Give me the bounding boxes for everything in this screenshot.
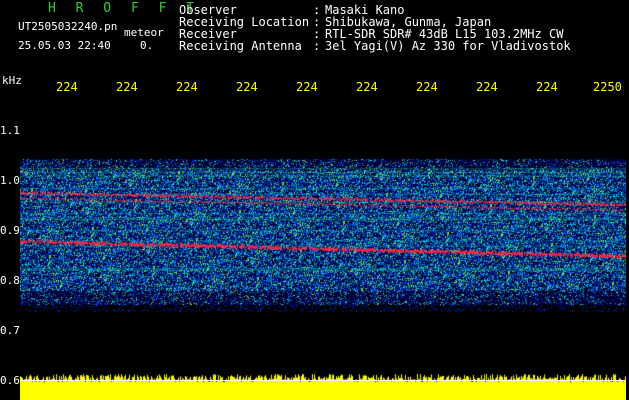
info-label: Receiving Antenna xyxy=(179,39,302,53)
time-tick: 224 xyxy=(176,80,198,94)
file-datetime: 25.05.03 22:40 xyxy=(18,39,111,52)
frequency-tick: 0.7 xyxy=(0,324,20,337)
time-tick: 224 xyxy=(536,80,558,94)
spectrogram-window: H R O F F T UT2505032240.pn meteor 25.05… xyxy=(0,0,629,400)
time-tick: 224 xyxy=(56,80,78,94)
info-colon: : xyxy=(313,39,321,53)
frequency-tick: 0.9 xyxy=(0,224,20,237)
time-tick: 224 xyxy=(476,80,498,94)
file-name: UT2505032240.pn xyxy=(18,20,118,33)
noise-baseline xyxy=(20,380,626,381)
file-counter: 0. xyxy=(140,39,154,52)
info-value: 3el Yagi(V) Az 330 for Vladivostok xyxy=(325,39,571,53)
time-tick: 224 xyxy=(416,80,438,94)
file-tag: meteor xyxy=(124,26,164,39)
frequency-tick: 1.1 xyxy=(0,124,20,137)
station-info: Observer: Masaki Kano Receiving Location:… xyxy=(179,4,571,52)
waterfall-spectrogram xyxy=(20,100,626,370)
time-tick: 224 xyxy=(236,80,258,94)
info-row-antenna: Receiving Antenna:3el Yagi(V) Az 330 for… xyxy=(179,40,571,52)
time-tick: 224 xyxy=(296,80,318,94)
time-tick: 2250 xyxy=(593,80,622,94)
time-tick: 224 xyxy=(356,80,378,94)
app-title: H R O F F T xyxy=(48,1,201,16)
frequency-unit-label: kHz xyxy=(2,74,22,87)
frequency-tick: 1.0 xyxy=(0,174,20,187)
noise-level-strip xyxy=(20,372,626,400)
frequency-tick: 0.8 xyxy=(0,274,20,287)
time-tick: 224 xyxy=(116,80,138,94)
frequency-tick: 0.6 xyxy=(0,374,20,387)
